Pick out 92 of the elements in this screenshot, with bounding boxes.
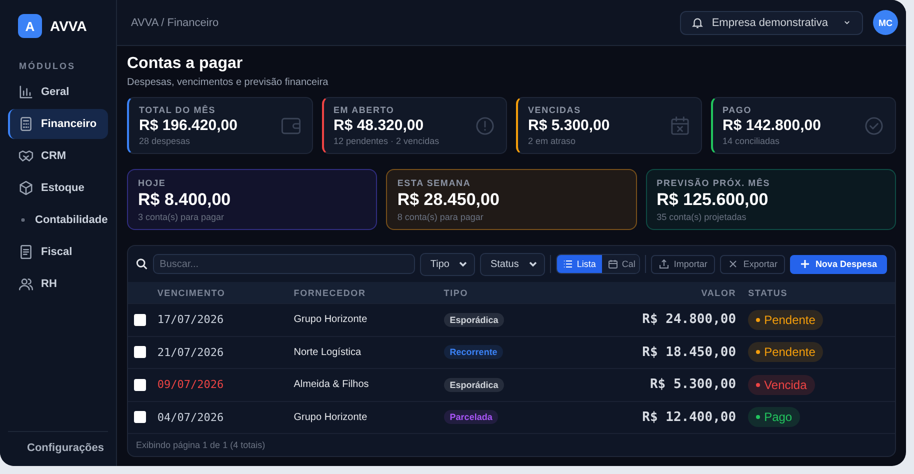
amount: R$ 5.300,00 [650,377,736,392]
search-icon [136,258,148,270]
chart-icon [18,84,34,100]
row-checkbox[interactable] [134,411,146,424]
type-tag: Recorrente [444,345,504,360]
sidebar-item[interactable]: Geral [8,77,108,107]
brand-logo: A [18,14,42,38]
calculator-icon [18,116,34,132]
breadcrumb: AVVA / Financeiro [131,16,220,28]
search-field[interactable]: Buscar... [152,254,416,274]
card-note: 28 despesas [139,136,192,146]
card-value: R$ 8.400,00 [138,190,232,210]
type-tag: Parcelada [444,410,498,424]
document-icon [18,244,34,260]
card-label: ESTA SEMANA [397,178,472,188]
toolbar-button[interactable]: Exportar [720,254,786,274]
card-value: R$ 196.420,00 [139,117,238,134]
sidebar-item[interactable]: Financeiro [8,109,108,139]
filter-dropdown[interactable]: Status [480,252,545,276]
supplier-name: Grupo Horizonte [294,412,368,423]
status-pill: Vencida [748,374,815,395]
settings-link[interactable]: Configurações [27,442,104,454]
sidebar-item[interactable]: Estoque [8,173,108,203]
due-date: 21/07/2026 [157,346,224,359]
filter-dropdown[interactable]: Tipo [420,252,476,276]
status-pill: Pendente [748,342,824,362]
row-checkbox[interactable] [134,314,146,326]
amount: R$ 18.450,00 [642,344,736,360]
amount: R$ 12.400,00 [642,410,736,425]
card-note: 3 conta(s) para pagar [138,212,226,222]
column-header: TIPO [444,288,468,298]
due-date: 04/07/2026 [157,410,224,424]
sidebar-item[interactable]: RH [8,269,108,299]
calendar-x-icon [668,114,690,136]
card-note: 12 pendentes · 2 vencidas [334,136,440,146]
supplier-name: Almeida & Filhos [294,379,369,390]
card-value: R$ 125.600,00 [656,190,770,210]
box-icon [18,180,34,196]
due-date: 09/07/2026 [157,378,224,392]
card-label: EM ABERTO [334,105,396,115]
row-checkbox[interactable] [134,346,146,358]
new-expense-button[interactable]: Nova Despesa [790,254,887,274]
chevron-down-icon [528,259,538,269]
card-value: R$ 5.300,00 [528,117,611,134]
page-subtitle: Despesas, vencimentos e previsão financeira [127,77,330,88]
view-toggle[interactable]: Cal [602,255,639,273]
column-header: STATUS [748,288,788,298]
view-toggle[interactable]: Lista [556,255,602,273]
card-label: HOJE [138,178,167,188]
card-label: PAGO [722,105,753,115]
status-pill: Pendente [748,310,824,330]
sidebar-item[interactable]: Contabilidade [8,205,108,235]
supplier-name: Grupo Horizonte [294,314,368,326]
card-value: R$ 28.450,00 [397,190,500,210]
toolbar-button[interactable]: Importar [650,254,716,274]
card-label: VENCIDAS [528,105,582,115]
card-label: TOTAL DO MÊS [139,105,217,115]
brand-name: AVVA [50,18,87,34]
type-tag: Esporádica [444,378,504,392]
card-label: PREVISÃO PRÓX. MÊS [656,178,772,188]
upload-icon [658,259,669,269]
company-selector[interactable]: Empresa demonstrativa [680,10,863,34]
column-header: VALOR [701,288,736,298]
type-tag: Esporádica [444,312,504,327]
calendar-icon [608,259,618,269]
user-avatar[interactable]: MC [873,10,898,35]
card-value: R$ 142.800,00 [722,117,822,134]
list-icon [562,259,573,269]
close-icon [728,259,738,269]
card-note: 8 conta(s) para pagar [397,212,484,222]
due-date: 17/07/2026 [157,313,224,326]
section-label: MÓDULOS [19,61,76,71]
plus-icon [800,259,810,269]
bell-icon [690,16,704,29]
column-header: VENCIMENTO [157,288,226,298]
check-circle-icon [863,114,885,136]
page-title: Contas a pagar [127,55,244,73]
sidebar-item[interactable]: CRM [8,141,108,171]
chevron-down-icon [458,259,468,269]
supplier-name: Norte Logística [294,346,362,358]
card-note: 35 conta(s) projetadas [656,212,748,222]
row-checkbox[interactable] [134,378,146,391]
pagination-text: Exibindo página 1 de 1 (4 totais) [136,440,266,450]
card-note: 2 em atraso [528,136,577,146]
status-pill: Pago [748,407,800,428]
card-value: R$ 48.320,00 [334,117,425,134]
alert-icon [474,114,496,136]
sidebar-item[interactable]: Fiscal [8,237,108,267]
amount: R$ 24.800,00 [642,312,736,328]
column-header: FORNECEDOR [294,288,366,298]
people-icon [18,276,34,292]
card-note: 14 conciliadas [722,136,781,146]
